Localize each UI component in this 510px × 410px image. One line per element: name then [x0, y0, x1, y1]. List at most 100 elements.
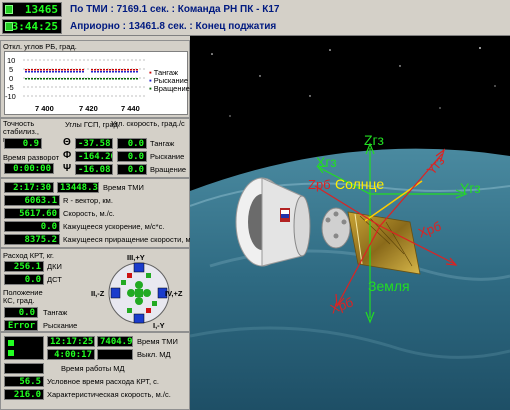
series-point [82, 69, 84, 71]
series-point [133, 69, 135, 71]
y-tick: 0 [9, 74, 14, 83]
series-point [91, 71, 93, 73]
series-point [40, 78, 42, 80]
series-point [52, 78, 54, 80]
thruster-diagram: III,+Y II,-Z IV,+Z I,-Y [91, 253, 183, 331]
nav-speed-label: Скорость, м./с. [63, 209, 115, 218]
nav-accel-value: 0.0 [4, 221, 60, 232]
series-point [121, 69, 123, 71]
dki-value: 256.1 [4, 261, 44, 272]
series-point [109, 69, 111, 71]
orbit-3d-view[interactable]: Zгз Xгз Yгз Yгз Zрб Солнце Xрб Xрб Земля [190, 36, 510, 410]
series-point [67, 71, 69, 73]
krt-consumption-label: Расход КРТ, кг. [3, 251, 54, 260]
series-point [100, 78, 102, 80]
engine-cond-label: Условное время расхода КРТ, с. [47, 377, 160, 386]
series-point [28, 78, 30, 80]
series-point [82, 78, 84, 80]
engine-panel: 12:17:25 7404.9 Время ТМИ 4:00:17 Выкл. … [0, 332, 190, 410]
sun-label: Солнце [335, 176, 385, 192]
series-point [43, 69, 45, 71]
nav-dv-value: 8375.2 [4, 234, 60, 245]
series-point [64, 69, 66, 71]
series-point [64, 71, 66, 73]
ks-label: Положение КС, град. [3, 288, 43, 305]
series-point [31, 71, 33, 73]
nav-dv-label: Кажущееся приращение скорости, м [63, 235, 191, 244]
series-point [46, 78, 48, 80]
axis-yaw-label: Рыскание [150, 152, 185, 161]
series-point [106, 69, 108, 71]
series-point [100, 71, 102, 73]
series-point [91, 78, 93, 80]
series-point [73, 78, 75, 80]
dst-value: 0.0 [4, 274, 44, 285]
y-tick: -5 [7, 83, 14, 92]
series-point [55, 71, 57, 73]
series-point [46, 69, 48, 71]
speed-yaw-value: 0.0 [117, 151, 147, 162]
series-point [31, 69, 33, 71]
series-point [124, 78, 126, 80]
engine-cond-value: 56.5 [4, 376, 44, 387]
series-point [118, 69, 120, 71]
navigation-panel: 2:17:30 13448.3 Время ТМИ 6063.1 R - век… [0, 178, 191, 248]
series-point [64, 78, 66, 80]
series-point [109, 71, 111, 73]
axis-pitch-label: Тангаж [150, 139, 175, 148]
axis-roll-label: Вращение [150, 165, 187, 174]
engine-off-label: Выкл. МД [137, 350, 171, 359]
gsp-psi-value: -16.08 [75, 164, 113, 175]
series-point [52, 71, 54, 73]
engine-md-value2 [97, 349, 133, 360]
engine-char-value: 216.0 [4, 389, 44, 400]
nav-tmi-label: Время ТМИ [103, 183, 144, 192]
series-point [121, 71, 123, 73]
series-point [115, 78, 117, 80]
series-point [94, 69, 96, 71]
series-point [46, 71, 48, 73]
series-point [76, 71, 78, 73]
rb-panel-title: Откл. углов РБ, град. [3, 42, 77, 51]
series-point [76, 69, 78, 71]
nav-accel-label: Кажущееся ускорение, м/с*с. [63, 222, 165, 231]
nav-time-b: 13448.3 [57, 182, 99, 193]
series-point [52, 69, 54, 71]
speed-roll-value: 0.0 [117, 164, 147, 175]
axis-zgz-label: Zгз [364, 132, 384, 148]
series-point [124, 71, 126, 73]
clock-icon [5, 5, 13, 14]
series-point [88, 78, 90, 80]
series-point [115, 69, 117, 71]
engine-tmi-label: Время ТМИ [137, 337, 178, 346]
ks-yaw-value: Error [4, 320, 38, 331]
series-point [25, 69, 27, 71]
engine-char-label: Характеристическая скорость, м./с. [47, 390, 171, 399]
series-point [37, 71, 39, 73]
x-tick: 7 420 [79, 104, 98, 113]
series-point [100, 69, 102, 71]
engine-indicator-block [4, 336, 44, 360]
tmi-status: По ТМИ : 7169.1 сек. : Команда РН ПК - К… [70, 4, 280, 15]
nav-r-value: 6063.1 [4, 195, 60, 206]
series-point [130, 71, 132, 73]
engine-md-time-value [4, 363, 44, 374]
speed-pitch-value: 0.0 [117, 138, 147, 149]
series-point [79, 71, 81, 73]
series-point [127, 71, 129, 73]
ang-speed-label: Угл. скорость, град./c [111, 119, 185, 128]
series-point [103, 69, 105, 71]
diagram-label-right: IV,+Z [165, 289, 183, 298]
series-point [34, 69, 36, 71]
series-point [121, 78, 123, 80]
series-point [61, 78, 63, 80]
series-point [106, 71, 108, 73]
series-point [106, 78, 108, 80]
series-point [70, 69, 72, 71]
series-point [85, 78, 87, 80]
phi-symbol: Φ [63, 150, 72, 161]
series-point [97, 71, 99, 73]
series-point [37, 78, 39, 80]
series-point [58, 71, 60, 73]
engine-time1: 12:17:25 [47, 336, 95, 347]
